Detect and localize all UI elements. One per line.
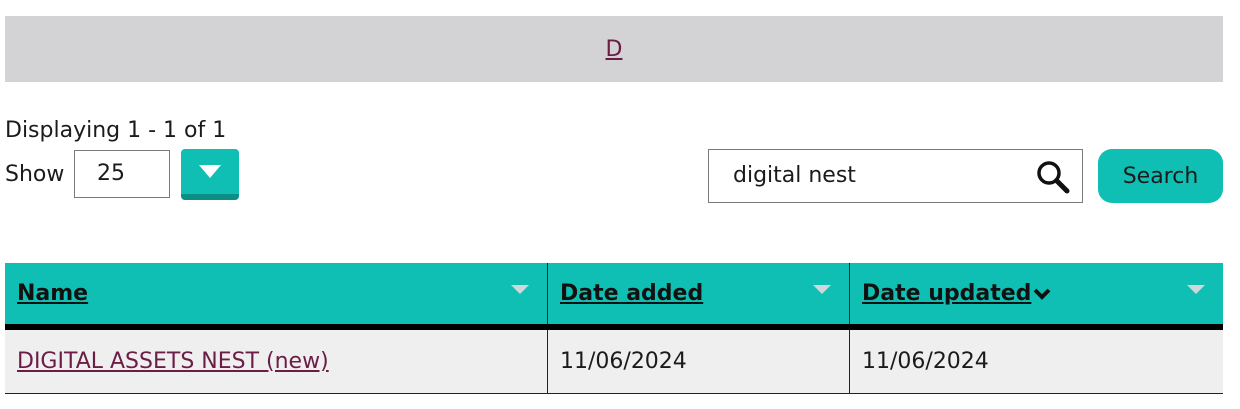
alphabet-letter-link[interactable]: D — [606, 37, 623, 62]
page-size-dropdown-button[interactable] — [181, 149, 239, 200]
search-input[interactable]: digital nest — [708, 149, 1083, 203]
column-header-date-added[interactable]: Date added — [547, 263, 850, 330]
chevron-down-icon — [1033, 288, 1051, 300]
search-icon[interactable] — [1036, 160, 1070, 194]
page-size-select[interactable]: 25 — [74, 150, 170, 198]
sort-name-link[interactable]: Name — [17, 281, 88, 306]
cell-name: DIGITAL ASSETS NEST (new) — [5, 327, 548, 394]
search-button[interactable]: Search — [1098, 149, 1223, 203]
table-row: DIGITAL ASSETS NEST (new) 11/06/2024 11/… — [5, 327, 1223, 394]
results-count: Displaying 1 - 1 of 1 — [5, 118, 227, 143]
cell-date-added: 11/06/2024 — [547, 327, 850, 394]
show-label: Show — [5, 162, 65, 187]
sort-triangle-icon — [511, 285, 529, 294]
column-header-name[interactable]: Name — [5, 263, 548, 330]
alphabet-nav-bar: D — [5, 16, 1223, 82]
sort-date-updated-link[interactable]: Date updated — [862, 281, 1031, 306]
sort-date-added-link[interactable]: Date added — [560, 281, 703, 306]
results-table: Name Date added Date updated DIGITAL ASS… — [5, 263, 1223, 394]
sort-triangle-icon — [1187, 285, 1205, 294]
search-input-value: digital nest — [733, 163, 856, 188]
record-name-link[interactable]: DIGITAL ASSETS NEST (new) — [17, 349, 329, 374]
chevron-down-icon — [199, 164, 221, 178]
sort-triangle-icon — [813, 285, 831, 294]
column-header-date-updated[interactable]: Date updated — [849, 263, 1223, 330]
cell-date-updated: 11/06/2024 — [849, 327, 1223, 394]
